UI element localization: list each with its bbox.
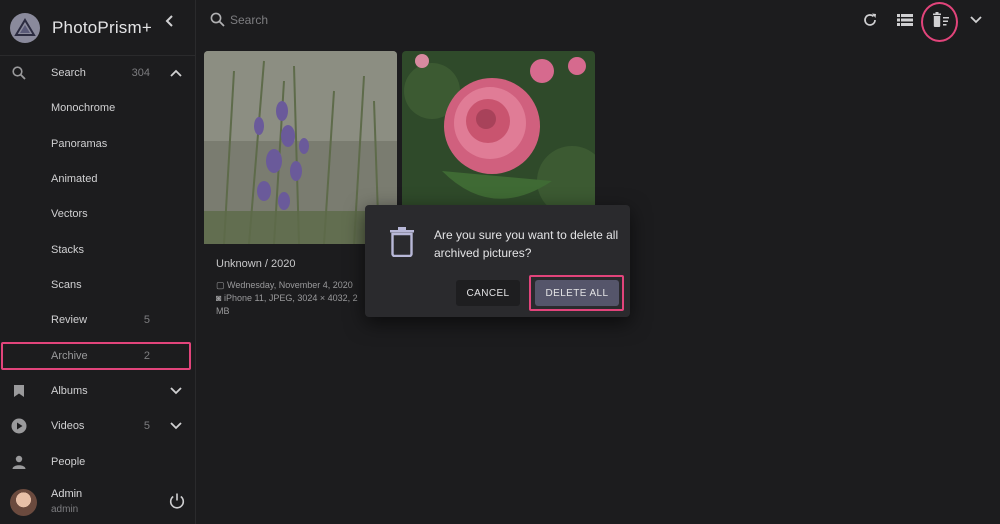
sidebar-item-people[interactable]: People <box>0 444 196 479</box>
sidebar-item-animated[interactable]: Animated <box>0 161 196 196</box>
sidebar-item-label: Albums <box>51 384 88 397</box>
photo-size-unit: MB <box>216 306 230 316</box>
refresh-icon[interactable] <box>861 11 879 29</box>
chevron-down-icon[interactable] <box>170 385 182 397</box>
power-icon[interactable] <box>168 492 186 510</box>
photo-title: Unknown / 2020 <box>216 258 296 270</box>
sidebar-item-search[interactable]: Search 304 <box>0 55 196 90</box>
chevron-down-icon[interactable] <box>967 11 985 29</box>
search-count: 304 <box>131 66 150 79</box>
avatar <box>10 489 37 516</box>
sidebar-item-label: Animated <box>51 172 98 185</box>
chevron-up-icon[interactable] <box>170 67 182 79</box>
search-input[interactable] <box>230 10 530 30</box>
sidebar-item-label: Scans <box>51 278 82 291</box>
archive-highlight-box <box>1 342 191 370</box>
sidebar-item-label: Stacks <box>51 243 85 256</box>
trash-icon <box>389 227 415 258</box>
calendar-icon: ▢ <box>216 280 225 290</box>
play-circle-icon <box>11 418 27 434</box>
dialog-message: Are you sure you want to delete all arch… <box>434 228 619 260</box>
sidebar-item-vectors[interactable]: Vectors <box>0 196 196 231</box>
top-toolbar <box>196 0 1000 42</box>
sidebar-item-label: Monochrome <box>51 101 116 114</box>
videos-count: 5 <box>143 419 150 432</box>
person-icon <box>11 454 27 470</box>
delete-sweep-highlight-circle <box>921 2 958 42</box>
review-count: 5 <box>143 313 150 326</box>
sidebar-item-scans[interactable]: Scans <box>0 267 196 302</box>
sidebar-item-label: Panoramas <box>51 137 108 150</box>
camera-icon: ◙ <box>216 293 222 303</box>
user-name: Admin <box>51 488 83 500</box>
cancel-button[interactable]: CANCEL <box>456 280 520 306</box>
sidebar-item-label: Search <box>51 66 86 79</box>
photo-camera: iPhone 11, JPEG, 3024 × 4032, 2 <box>223 293 358 303</box>
user-login: admin <box>51 504 79 515</box>
sidebar-item-videos[interactable]: Videos 5 <box>0 408 196 443</box>
delete-confirm-dialog: Are you sure you want to delete all arch… <box>365 205 630 317</box>
chevron-down-icon[interactable] <box>170 420 182 432</box>
sidebar-item-label: People <box>51 455 86 468</box>
app-title: PhotoPrism+ <box>52 17 152 37</box>
photoprism-logo-icon[interactable] <box>10 12 40 43</box>
sidebar-item-label: Videos <box>51 419 85 432</box>
sidebar-item-monochrome[interactable]: Monochrome <box>0 90 196 125</box>
search-icon <box>11 65 27 81</box>
sidebar-item-review[interactable]: Review 5 <box>0 302 196 337</box>
sidebar-item-label: Vectors <box>51 207 88 220</box>
sidebar-item-stacks[interactable]: Stacks <box>0 232 196 267</box>
sidebar-item-label: Review <box>51 313 88 326</box>
list-view-icon[interactable] <box>896 11 914 29</box>
user-account[interactable]: Admin admin <box>0 482 196 524</box>
collapse-sidebar-chevron-left-icon[interactable] <box>160 11 180 31</box>
sidebar-item-panoramas[interactable]: Panoramas <box>0 126 196 161</box>
sidebar-item-albums[interactable]: Albums <box>0 373 196 408</box>
search-icon <box>210 12 226 28</box>
bookmark-icon <box>11 383 27 399</box>
sidebar: PhotoPrism+ Search 304 Monochrome Panora… <box>0 0 196 524</box>
delete-all-highlight-box <box>529 275 624 311</box>
photo-date: Wednesday, November 4, 2020 <box>227 280 353 290</box>
